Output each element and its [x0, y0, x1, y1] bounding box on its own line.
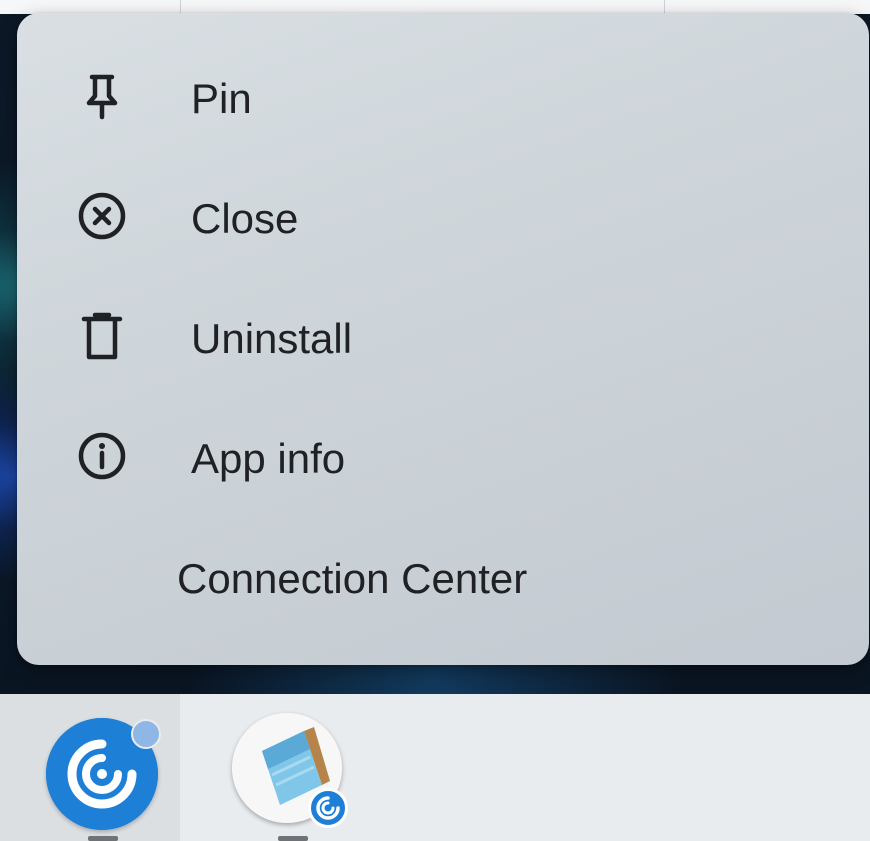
menu-item-label: App info	[191, 435, 346, 482]
menu-item-connection-center[interactable]: Connection Center	[17, 519, 869, 639]
background-window-segment	[180, 0, 665, 14]
shelf-indicator	[278, 836, 308, 841]
notification-dot	[131, 719, 161, 749]
close-circle-icon	[75, 189, 129, 243]
info-icon	[75, 429, 129, 483]
menu-item-uninstall[interactable]: Uninstall	[17, 279, 869, 399]
menu-item-label: Uninstall	[191, 315, 353, 362]
background-window-segment	[0, 0, 181, 14]
menu-item-pin[interactable]: Pin	[17, 39, 869, 159]
menu-item-label: Connection Center	[177, 555, 528, 602]
menu-item-label: Pin	[191, 75, 252, 122]
menu-item-label: Close	[191, 195, 299, 242]
spiral-badge-icon	[308, 788, 348, 828]
context-menu: Pin Close Uninstall App info Connection …	[17, 13, 869, 665]
pin-icon	[75, 69, 129, 123]
shelf-indicator	[88, 836, 118, 841]
menu-item-close[interactable]: Close	[17, 159, 869, 279]
trash-icon	[75, 309, 129, 363]
menu-item-app-info[interactable]: App info	[17, 399, 869, 519]
